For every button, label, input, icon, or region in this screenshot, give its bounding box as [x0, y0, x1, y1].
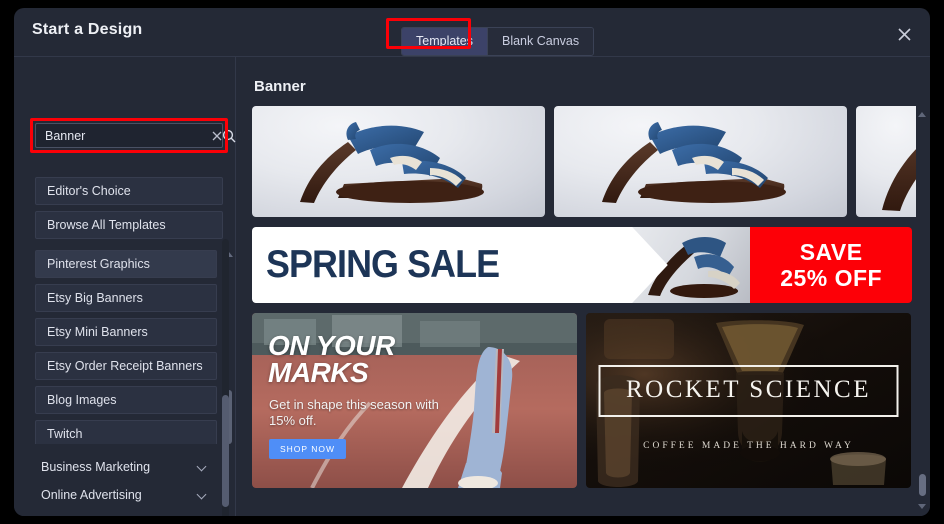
start-a-design-dialog: Start a Design Templates Blank Canvas Ba… — [14, 8, 930, 516]
sale-headline: SPRING SALE — [266, 243, 500, 286]
marks-subtext: Get in shape this season with 15% off. — [269, 397, 439, 429]
sidebar-group-online-advertising[interactable]: Online Advertising — [35, 481, 217, 509]
rocket-title-frame: ROCKET SCIENCE — [598, 365, 899, 417]
main-content: Banner SPRING SALE SAVE 25% OFF ON YOUR … — [236, 57, 930, 516]
chevron-up-icon[interactable] — [918, 111, 927, 118]
main-scrollbar-thumb[interactable] — [919, 474, 926, 496]
sale-badge: SAVE 25% OFF — [750, 227, 912, 303]
dialog-body: Editor's Choice Browse All Templates Pin… — [14, 57, 930, 516]
template-card-spring-sale[interactable]: SPRING SALE SAVE 25% OFF — [252, 227, 912, 303]
sidebar-category-scroll: Pinterest Graphics Etsy Big Banners Etsy… — [35, 250, 233, 444]
dialog-header: Start a Design Templates Blank Canvas — [14, 8, 930, 57]
sidebar-item-etsy-order-receipt-banners[interactable]: Etsy Order Receipt Banners — [35, 352, 217, 380]
sidebar-group-label: Online Advertising — [41, 488, 142, 502]
tab-templates[interactable]: Templates — [402, 28, 487, 55]
sidebar-item-pinterest-graphics[interactable]: Pinterest Graphics — [35, 250, 217, 278]
sidebar-scrollbar[interactable] — [222, 239, 229, 516]
sidebar-group-label: Business Marketing — [41, 460, 151, 474]
sidebar-item-etsy-big-banners[interactable]: Etsy Big Banners — [35, 284, 217, 312]
tab-group: Templates Blank Canvas — [401, 27, 595, 56]
sidebar-scrollbar-thumb[interactable] — [222, 395, 229, 507]
dialog-title: Start a Design — [32, 21, 143, 38]
sidebar-item-etsy-mini-banners[interactable]: Etsy Mini Banners — [35, 318, 217, 346]
main-scrollbar[interactable] — [918, 111, 927, 510]
sidebar-item-browse-all-templates[interactable]: Browse All Templates — [35, 211, 223, 239]
sidebar-item-editors-choice[interactable]: Editor's Choice — [35, 177, 223, 205]
sidebar-item-blog-images[interactable]: Blog Images — [35, 386, 217, 414]
sidebar-category-list: Pinterest Graphics Etsy Big Banners Etsy… — [35, 250, 217, 444]
tab-blank-canvas[interactable]: Blank Canvas — [486, 28, 594, 55]
sidebar-group-events[interactable]: Events — [35, 509, 217, 516]
page-title: Banner — [254, 78, 306, 95]
search-input[interactable] — [36, 128, 212, 143]
template-card-on-your-marks[interactable]: ON YOUR MARKS Get in shape this season w… — [252, 313, 577, 488]
template-row: SPRING SALE SAVE 25% OFF — [252, 227, 916, 303]
rocket-subtitle: COFFEE MADE THE HARD WAY — [643, 441, 854, 451]
marks-headline: ON YOUR MARKS — [268, 330, 395, 388]
shoe-illustration — [602, 122, 786, 203]
template-grid: SPRING SALE SAVE 25% OFF ON YOUR MARKS G… — [252, 106, 916, 516]
template-row: ON YOUR MARKS Get in shape this season w… — [252, 313, 916, 488]
shoe-illustration — [882, 149, 916, 211]
template-card-rocket-science[interactable]: ROCKET SCIENCE COFFEE MADE THE HARD WAY — [586, 313, 911, 488]
sidebar-group-business-marketing[interactable]: Business Marketing — [35, 453, 217, 481]
sidebar: Editor's Choice Browse All Templates Pin… — [14, 57, 236, 516]
template-row — [252, 106, 916, 217]
chevron-down-icon — [197, 462, 207, 472]
sale-badge-line-1: SAVE — [799, 238, 863, 265]
close-icon[interactable] — [893, 23, 915, 45]
search-clear-icon[interactable] — [212, 124, 222, 147]
shoe-illustration — [300, 122, 484, 203]
chevron-down-icon[interactable] — [918, 503, 927, 510]
template-card-shoe-3[interactable] — [856, 106, 916, 217]
marks-cta-button[interactable]: SHOP NOW — [269, 439, 347, 459]
marks-headline-line-2: MARKS — [268, 356, 369, 388]
sidebar-top-links: Editor's Choice Browse All Templates — [35, 177, 223, 245]
chevron-down-icon — [197, 490, 207, 500]
sale-badge-line-2: 25% OFF — [780, 264, 883, 291]
search-icon[interactable] — [222, 124, 236, 147]
search-box[interactable] — [35, 123, 236, 148]
template-card-shoe-2[interactable] — [554, 106, 847, 217]
marks-headline-line-1: ON YOUR — [268, 330, 395, 361]
rocket-title: ROCKET SCIENCE — [626, 376, 871, 403]
sidebar-item-twitch[interactable]: Twitch — [35, 420, 217, 444]
sidebar-groups: Business Marketing Online Advertising Ev… — [35, 453, 233, 516]
template-card-shoe-1[interactable] — [252, 106, 545, 217]
